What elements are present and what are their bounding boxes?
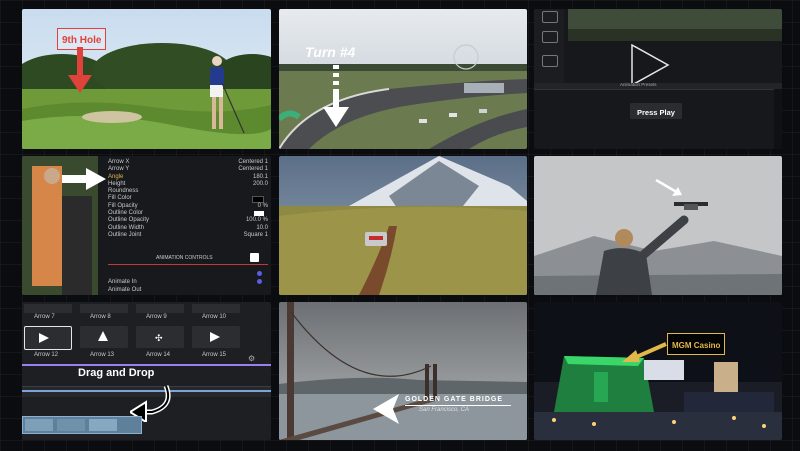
mountain-scene: [279, 156, 527, 295]
gear-icon[interactable]: ⚙: [248, 354, 255, 363]
preset-thumbnail-selected: [24, 326, 72, 350]
racetrack-video-tile[interactable]: Turn #4: [279, 9, 527, 149]
timeline-ruler: [22, 364, 271, 366]
drone-scene: [534, 156, 782, 295]
bridge-subtitle: San Francisco, CA: [419, 407, 470, 413]
property-row[interactable]: Arrow Y Centered 1: [108, 166, 268, 173]
play-icon[interactable]: [250, 253, 259, 262]
vegas-video-tile[interactable]: MGM Casino: [534, 302, 782, 440]
arrow-right-icon: [39, 333, 49, 343]
arrow-preset-item[interactable]: ✣ Arrow 14: [136, 326, 184, 360]
cross-arrows-icon: ✣: [155, 333, 163, 343]
preset-thumbnail: [80, 326, 128, 348]
property-row[interactable]: Arrow X Centered 1: [108, 159, 268, 166]
arrow-preset-item[interactable]: Arrow 10: [192, 304, 240, 322]
arrow-up-icon: [98, 331, 108, 341]
outline-color-swatch[interactable]: [254, 211, 264, 217]
tab-bar: Animation Presets: [534, 82, 782, 90]
property-row[interactable]: Roundness: [108, 188, 268, 195]
animation-controls-label: ANIMATION CONTROLS: [156, 255, 213, 261]
turn-label: Turn #4: [305, 44, 356, 60]
left-icon-rail: [534, 9, 564, 84]
library-grid: Arrow 7 Arrow 8 Arrow 9 Arrow 10 Arrow 1…: [24, 304, 246, 360]
toggle-dot[interactable]: [257, 279, 262, 284]
drag-and-drop-label: Drag and Drop: [78, 367, 155, 379]
video-preview-shadow: [568, 29, 782, 41]
arrow-preset-item[interactable]: Arrow 7: [24, 304, 72, 322]
bridge-video-tile[interactable]: GOLDEN GATE BRIDGE San Francisco, CA: [279, 302, 527, 440]
preset-thumbnail: [136, 304, 184, 313]
arrow-down-icon: [68, 47, 92, 93]
drone-video-tile[interactable]: [534, 156, 782, 295]
arrow-library-tile[interactable]: Arrow 7 Arrow 8 Arrow 9 Arrow 10 Arrow 1…: [22, 302, 271, 440]
racetrack-scene: [279, 9, 527, 149]
animation-controls-section[interactable]: ANIMATION CONTROLS: [108, 253, 268, 265]
bridge-scene: [279, 302, 527, 440]
preset-thumbnail: [24, 304, 72, 313]
property-row[interactable]: Fill Opacity 0 %: [108, 203, 268, 210]
property-row[interactable]: Outline Color: [108, 210, 268, 217]
arrow-preset-item[interactable]: Arrow 15: [192, 326, 240, 360]
clip-strip[interactable]: [22, 416, 142, 434]
arrow-preset-item[interactable]: Arrow 12: [24, 326, 72, 360]
panel-icon[interactable]: [542, 11, 558, 23]
property-row[interactable]: Outline Joint Square 1: [108, 232, 268, 239]
properties-panel-tile[interactable]: Arrow X Centered 1 Arrow Y Centered 1 An…: [22, 156, 271, 295]
panel-icon[interactable]: [542, 55, 558, 67]
player-ui-tile[interactable]: Animation Presets Press Play: [534, 9, 782, 149]
arrow-preset-item[interactable]: Arrow 13: [80, 326, 128, 360]
bridge-divider: [405, 405, 511, 406]
property-row[interactable]: Fill Color: [108, 195, 268, 204]
vegas-scene: [534, 302, 782, 440]
play-arrow-icon: [210, 332, 220, 342]
preset-thumbnail: [80, 304, 128, 313]
hole-label: 9th Hole: [62, 35, 102, 46]
bridge-title: GOLDEN GATE BRIDGE: [405, 396, 503, 403]
property-row[interactable]: Outline Opacity 100.0 %: [108, 217, 268, 224]
library-row: Arrow 12 Arrow 13 ✣ Arrow 14 Arrow 15: [24, 326, 246, 360]
golf-video-tile[interactable]: 9th Hole: [22, 9, 271, 149]
footer-row[interactable]: Animate In: [108, 270, 268, 285]
toggle-dot[interactable]: [257, 271, 262, 276]
arrow-left-icon: [373, 394, 399, 424]
property-row[interactable]: Height 200.0: [108, 181, 268, 188]
arrow-left-down-icon: [622, 342, 667, 362]
press-play-button[interactable]: Press Play: [630, 103, 682, 119]
mountain-road-video-tile[interactable]: [279, 156, 527, 295]
casino-label-box: MGM Casino: [667, 333, 726, 355]
play-icon[interactable]: [630, 43, 670, 87]
arrow-right-icon: [62, 168, 106, 190]
casino-label: MGM Casino: [672, 341, 721, 350]
property-row[interactable]: Outline Width 10.0: [108, 225, 268, 232]
preset-thumbnail: ✣: [136, 326, 184, 348]
library-row: Arrow 7 Arrow 8 Arrow 9 Arrow 10: [24, 304, 246, 322]
property-row[interactable]: Angle 180.1: [108, 174, 268, 181]
footer-rows: Animate In Animate Out: [108, 270, 268, 293]
property-rows: Arrow X Centered 1 Arrow Y Centered 1 An…: [108, 159, 268, 239]
tab-animation-presets[interactable]: Animation Presets: [620, 82, 657, 87]
arrow-preset-item[interactable]: Arrow 8: [80, 304, 128, 322]
preset-thumbnail: [192, 304, 240, 313]
preset-thumbnail: [192, 326, 240, 348]
press-play-label: Press Play: [637, 108, 675, 117]
panel-icon[interactable]: [542, 31, 558, 43]
footer-row[interactable]: Animate Out: [108, 278, 268, 293]
preset-list-panel: [774, 89, 782, 149]
arrow-preset-item[interactable]: Arrow 9: [136, 304, 184, 322]
arrow-down-icon: [323, 65, 349, 127]
arrow-icon: [655, 178, 682, 196]
